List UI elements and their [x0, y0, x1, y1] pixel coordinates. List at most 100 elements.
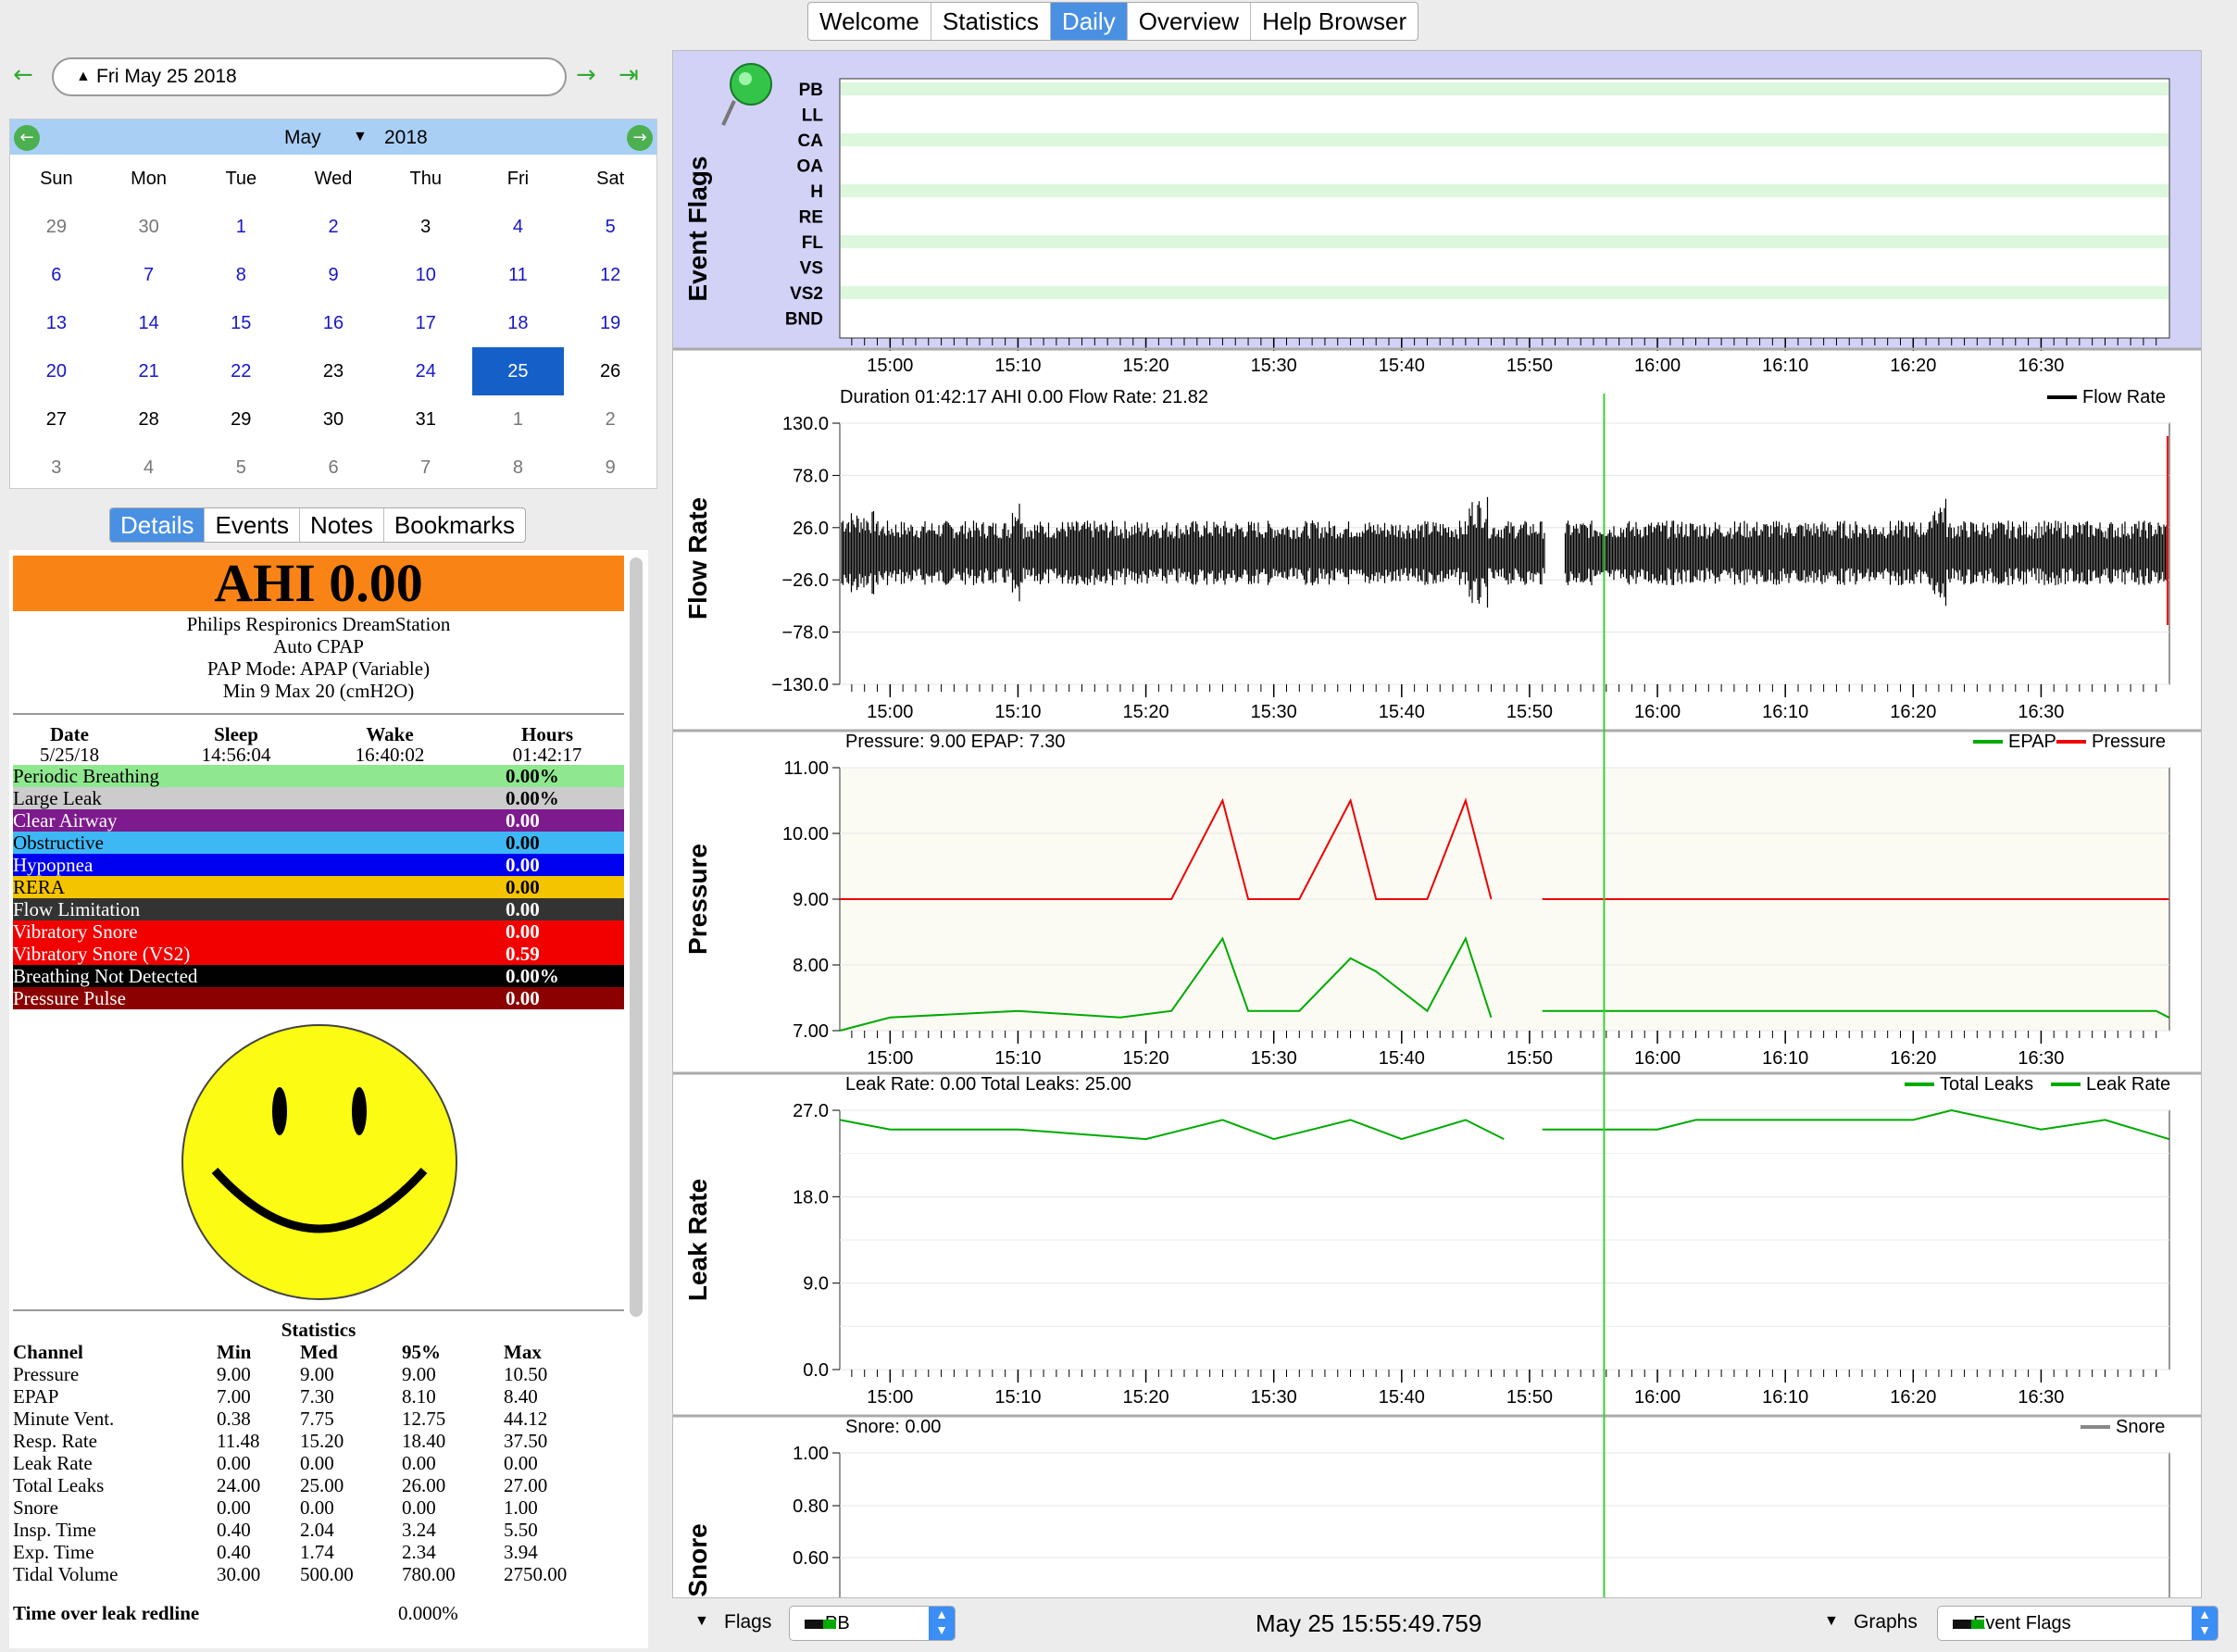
calendar-day[interactable]: 2 — [287, 203, 380, 251]
calendar-day[interactable]: 22 — [194, 347, 287, 395]
calendar-day[interactable]: 20 — [10, 347, 103, 395]
statistics-cell: Total Leaks — [13, 1474, 105, 1496]
calendar-day[interactable]: 19 — [564, 299, 656, 347]
month-dropdown-icon[interactable]: ▼ — [353, 129, 368, 145]
calendar-day[interactable]: 8 — [194, 251, 287, 299]
calendar-day[interactable]: 7 — [103, 251, 195, 299]
event-summary-row: Flow Limitation 0.00 — [13, 898, 624, 920]
calendar-day[interactable]: 30 — [103, 203, 195, 251]
statistics-cell: 18.40 — [402, 1430, 446, 1452]
calendar-day[interactable]: 23 — [287, 347, 380, 395]
calendar-day[interactable]: 10 — [380, 251, 472, 299]
calendar-day[interactable]: 9 — [287, 251, 380, 299]
y-tick-label: 27.0 — [793, 1101, 829, 1121]
calendar-day[interactable]: 3 — [10, 444, 103, 492]
tab-bookmarks[interactable]: Bookmarks — [384, 508, 525, 542]
statistics-cell: 25.00 — [300, 1474, 344, 1496]
statistics-cell: 0.00 — [217, 1496, 251, 1519]
calendar-grid: Sun Mon Tue Wed Thu Fri Sat 29 30 1 2 3 … — [10, 155, 656, 492]
calendar-day[interactable]: 14 — [103, 299, 195, 347]
statistics-cell: 37.50 — [504, 1430, 548, 1452]
calendar-day[interactable]: 16 — [287, 299, 380, 347]
flags-select[interactable]: PB ▲ ▼ — [789, 1606, 956, 1641]
graphs-select[interactable]: Event Flags ▲ ▼ — [1937, 1606, 2218, 1641]
calendar-day[interactable]: 27 — [10, 395, 103, 444]
time-tick-label: 15:50 — [1506, 1048, 1553, 1069]
bottom-toolbar: ▼ Flags PB ▲ ▼ May 25 15:55:49.759 ▼ Grap… — [672, 1598, 2237, 1650]
calendar-day[interactable]: 5 — [564, 203, 656, 251]
calendar-day[interactable]: 7 — [380, 444, 472, 492]
time-tick-label: 16:00 — [1634, 1048, 1681, 1069]
graph-swatch-icon — [1953, 1620, 1984, 1629]
calendar-day[interactable]: 31 — [380, 395, 472, 444]
calendar-day[interactable]: 28 — [103, 395, 195, 444]
event-value: 0.00% — [506, 965, 559, 987]
last-day-icon[interactable]: ⇥ — [619, 61, 639, 89]
tab-help-browser[interactable]: Help Browser — [1251, 3, 1418, 40]
next-month-icon[interactable]: → — [627, 125, 653, 151]
month-selector[interactable]: May — [284, 127, 321, 149]
weekday-label: Thu — [409, 168, 442, 189]
time-tick-label: 16:30 — [2018, 702, 2064, 722]
calendar-day[interactable]: 15 — [194, 299, 287, 347]
calendar-day[interactable]: 8 — [472, 444, 565, 492]
tab-statistics[interactable]: Statistics — [931, 3, 1051, 40]
calendar-day[interactable]: 6 — [287, 444, 380, 492]
calendar-day[interactable]: 29 — [194, 395, 287, 444]
calendar-day[interactable]: 21 — [103, 347, 195, 395]
graphs-collapse-icon[interactable]: ▼ — [1824, 1613, 1839, 1630]
statistics-row: Exp. Time 0.40 1.74 2.34 3.94 — [13, 1541, 624, 1563]
time-tick-label: 16:20 — [1890, 1387, 1936, 1408]
calendar-day[interactable]: 24 — [380, 347, 472, 395]
snore-title: Snore — [683, 1523, 712, 1596]
calendar-day[interactable]: 26 — [564, 347, 656, 395]
tab-welcome[interactable]: Welcome — [808, 3, 931, 40]
time-tick-label: 15:30 — [1251, 356, 1297, 376]
flag-band — [841, 133, 2168, 146]
statistics-cell: 15.20 — [300, 1430, 344, 1452]
calendar-day-selected[interactable]: 25 — [471, 347, 565, 395]
calendar-day[interactable]: 4 — [103, 444, 195, 492]
calendar-day[interactable]: 18 — [472, 299, 565, 347]
statistics-cell: 0.00 — [402, 1496, 436, 1519]
time-tick-label: 16:10 — [1762, 1387, 1808, 1408]
statistics-cell: 3.24 — [402, 1519, 436, 1541]
time-tick-label: 15:00 — [867, 1387, 913, 1408]
statistics-cell: 1.74 — [300, 1541, 334, 1563]
calendar-day[interactable]: 1 — [194, 203, 287, 251]
time-tick-label: 16:30 — [2018, 1048, 2064, 1069]
calendar-day[interactable]: 13 — [10, 299, 103, 347]
event-value: 0.00 — [506, 854, 540, 876]
event-summary-row: Breathing Not Detected 0.00% — [13, 965, 624, 987]
calendar-day[interactable]: 11 — [472, 251, 565, 299]
year-selector[interactable]: 2018 — [384, 127, 428, 149]
leak-rate-header: Leak Rate: 0.00 Total Leaks: 25.00 — [845, 1074, 1131, 1095]
tab-overview[interactable]: Overview — [1128, 3, 1252, 40]
statistics-cell: 1.00 — [504, 1496, 538, 1519]
prev-day-icon[interactable]: ← — [13, 61, 33, 89]
tab-details[interactable]: Details — [110, 508, 206, 542]
y-tick-label: 130.0 — [782, 414, 829, 434]
calendar-day[interactable]: 17 — [380, 299, 472, 347]
prev-month-icon[interactable]: ← — [14, 125, 40, 151]
calendar-day[interactable]: 4 — [472, 203, 565, 251]
calendar-day[interactable]: 29 — [10, 203, 103, 251]
calendar-day[interactable]: 2 — [564, 395, 656, 444]
calendar-day[interactable]: 3 — [380, 203, 472, 251]
date-dropdown[interactable]: ▲ Fri May 25 2018 — [52, 57, 567, 96]
tab-notes[interactable]: Notes — [300, 508, 384, 542]
next-day-icon[interactable]: → — [576, 61, 596, 89]
calendar-day[interactable]: 6 — [10, 251, 103, 299]
calendar-day[interactable]: 1 — [472, 395, 565, 444]
calendar-day[interactable]: 5 — [194, 444, 287, 492]
calendar-day[interactable]: 30 — [287, 395, 380, 444]
flags-collapse-icon[interactable]: ▼ — [694, 1613, 709, 1630]
calendar-day[interactable]: 9 — [564, 444, 656, 492]
details-scrollbar[interactable] — [630, 557, 643, 1317]
calendar-day[interactable]: 12 — [564, 251, 656, 299]
statistics-cell: 500.00 — [300, 1563, 354, 1585]
statistics-cell: 2750.00 — [504, 1563, 568, 1585]
tab-events[interactable]: Events — [205, 508, 300, 542]
calendar: ← May ▼ 2018 → Sun Mon Tue Wed Thu Fri S… — [9, 119, 657, 489]
tab-daily[interactable]: Daily — [1050, 3, 1128, 40]
